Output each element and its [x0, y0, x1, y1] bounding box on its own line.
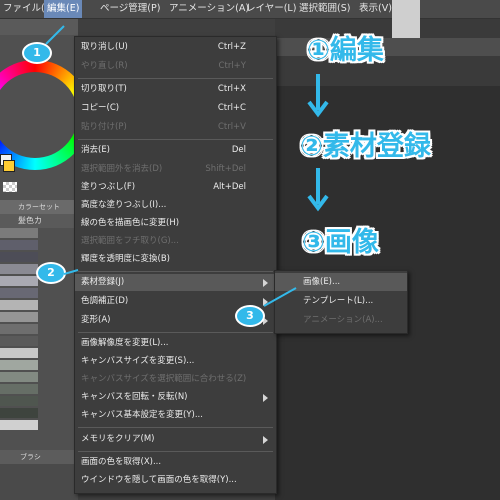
menu-item-copy[interactable]: コピー(C) Ctrl+C — [75, 100, 276, 117]
menu-selection[interactable]: 選択範囲(S) — [296, 0, 353, 18]
menu-page-management[interactable]: ページ管理(P) — [97, 0, 163, 18]
step-badge-3: 3 — [235, 305, 265, 327]
shortcut: Alt+Del — [213, 182, 246, 192]
annotation-step3: ③画像 — [302, 227, 379, 258]
pointer-line — [45, 25, 65, 45]
menu-animation[interactable]: アニメーション(A) — [166, 0, 252, 18]
color-swatch[interactable] — [0, 348, 38, 358]
menu-item-undo[interactable]: 取り消し(U) Ctrl+Z — [75, 39, 276, 56]
color-swatch[interactable] — [0, 336, 38, 346]
menu-item-canvas-properties[interactable]: キャンバス基本設定を変更(Y)... — [75, 407, 276, 424]
color-swatch[interactable] — [0, 240, 38, 250]
shortcut: Ctrl+X — [217, 84, 246, 94]
edit-menu: 取り消し(U) Ctrl+Z やり直し(R) Ctrl+Y 切り取り(T) Ct… — [74, 36, 277, 494]
menu-item-change-line-color[interactable]: 線の色を描画色に変更(H) — [75, 215, 276, 232]
menu-item-register-material[interactable]: 素材登録(J) — [75, 274, 276, 291]
menu-separator — [78, 451, 273, 452]
menu-separator — [78, 427, 273, 428]
color-swatch[interactable] — [0, 408, 38, 418]
bottom-left-panel — [0, 464, 78, 500]
menu-item-clear-memory[interactable]: メモリをクリア(M) — [75, 431, 276, 448]
pointer-line — [64, 269, 79, 275]
shortcut: Ctrl+Y — [218, 61, 246, 71]
shortcut: Ctrl+V — [217, 122, 246, 132]
transparent-color-swatch[interactable] — [3, 182, 17, 192]
color-swatch[interactable] — [0, 396, 38, 406]
menu-edit[interactable]: 編集(E) — [44, 0, 83, 18]
color-swatch[interactable] — [0, 252, 38, 262]
menu-item-change-resolution[interactable]: 画像解像度を変更(L)... — [75, 335, 276, 352]
color-swatch[interactable] — [0, 228, 38, 238]
annotation-step1: ①編集 — [307, 35, 384, 66]
annotation-step2: ②素材登録 — [300, 131, 431, 162]
pointer-line — [263, 287, 297, 307]
shortcut: Del — [231, 145, 246, 155]
menu-item-redo[interactable]: やり直し(R) Ctrl+Y — [75, 58, 276, 75]
menu-bar: ファイル(F) 編集(E) ページ管理(P) アニメーション(A) レイヤー(L… — [0, 0, 500, 19]
color-swatch[interactable] — [0, 384, 38, 394]
menu-separator — [78, 139, 273, 140]
menu-separator — [78, 78, 273, 79]
menu-item-paste[interactable]: 貼り付け(P) Ctrl+V — [75, 119, 276, 136]
color-swatch[interactable] — [0, 324, 38, 334]
color-swatch[interactable] — [0, 360, 38, 370]
menu-item-advanced-fill[interactable]: 高度な塗りつぶし(I)... — [75, 197, 276, 214]
submenu-arrow-icon — [263, 436, 268, 444]
menu-item-change-canvas-size[interactable]: キャンバスサイズを変更(S)... — [75, 353, 276, 370]
menu-separator — [78, 332, 273, 333]
menubar-overflow — [392, 0, 420, 38]
menu-item-border-selection[interactable]: 選択範囲をフチ取り(G)... — [75, 233, 276, 250]
color-swatch[interactable] — [0, 264, 38, 274]
down-arrow-icon — [307, 74, 329, 118]
menu-separator — [78, 271, 273, 272]
main-color-swatch[interactable] — [3, 160, 15, 172]
menu-view[interactable]: 表示(V) — [356, 0, 395, 18]
color-swatch[interactable] — [0, 288, 38, 298]
shortcut: Ctrl+C — [217, 103, 246, 113]
menu-item-cut[interactable]: 切り取り(T) Ctrl+X — [75, 81, 276, 98]
color-swatch[interactable] — [0, 300, 38, 310]
menu-item-clear-outside-selection[interactable]: 選択範囲外を消去(D) Shift+Del — [75, 161, 276, 178]
color-swatch[interactable] — [0, 312, 38, 322]
menu-item-clear[interactable]: 消去(E) Del — [75, 142, 276, 159]
menu-item-fit-canvas-to-selection[interactable]: キャンバスサイズを選択範囲に合わせる(Z) — [75, 371, 276, 388]
color-swatch[interactable] — [0, 420, 38, 430]
menu-item-luminance-to-transparency[interactable]: 輝度を透明度に変換(B) — [75, 251, 276, 268]
down-arrow-icon — [307, 168, 329, 212]
submenu-arrow-icon — [263, 394, 268, 402]
menu-layer[interactable]: レイヤー(L) — [243, 0, 299, 18]
shortcut: Shift+Del — [205, 164, 246, 174]
color-swatch[interactable] — [0, 372, 38, 382]
submenu-item-animation[interactable]: アニメーション(A)... — [275, 311, 407, 329]
step-badge-2: 2 — [36, 262, 66, 284]
menu-item-get-screen-color[interactable]: 画面の色を取得(X)... — [75, 454, 276, 471]
color-swatch[interactable] — [0, 276, 38, 286]
menu-item-fill[interactable]: 塗りつぶし(F) Alt+Del — [75, 179, 276, 196]
shortcut: Ctrl+Z — [217, 42, 246, 52]
menu-item-hide-window-get-color[interactable]: ウインドウを隠して画面の色を取得(Y)... — [75, 472, 276, 489]
menu-item-rotate-flip-canvas[interactable]: キャンバスを回転・反転(N) — [75, 389, 276, 406]
